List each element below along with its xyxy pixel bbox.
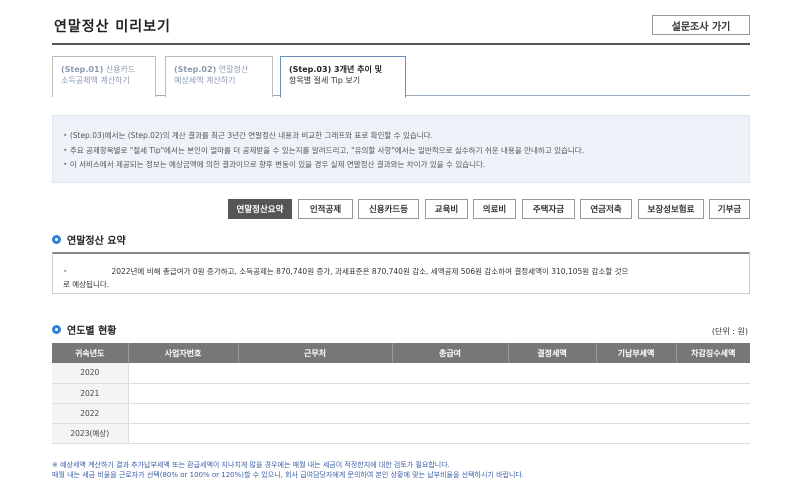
summary-text-cont: 로 예상됩니다. <box>63 280 110 289</box>
yearly-heading: 연도별 현황 <box>52 322 116 337</box>
category-housing-button[interactable]: 주택자금 <box>522 199 575 219</box>
step-tabs: (Step.01) 신용카드 소득공제액 계산하기 (Step.02) 연말정산… <box>52 56 750 98</box>
table-row: 2021 <box>52 383 750 404</box>
category-donation-button[interactable]: 기부금 <box>709 199 750 219</box>
col-header: 근무처 <box>238 343 393 363</box>
table-row: 2022 <box>52 403 750 424</box>
year-cell: 2023(예상) <box>52 423 129 444</box>
info-box: (Step.03)에서는 (Step.02)의 계산 결과를 최근 3년간 연말… <box>52 115 750 183</box>
tab-step-03[interactable]: (Step.03) 3개년 추이 및 항목별 절세 Tip 보기 <box>280 56 406 98</box>
category-pension-button[interactable]: 연금저축 <box>580 199 632 219</box>
category-insurance-button[interactable]: 보장성보험료 <box>638 199 704 219</box>
yearly-title: 연도별 현황 <box>67 326 117 337</box>
note-line: 매월 내는 세금 비율을 근로자가 선택(80% or 100% or 120%… <box>52 470 525 479</box>
summary-box: • 2022년에 비해 총급여가 0원 증가하고, 소득공제는 870,740원 … <box>52 252 750 294</box>
category-credit-card-button[interactable]: 신용카드등 <box>358 199 419 219</box>
notes: ※ 예상세액 계산하기 결과 추가납부세액 또는 환급세액이 지나치게 많을 경… <box>52 461 524 480</box>
page-title: 연말정산 미리보기 <box>54 19 171 35</box>
tab-step-01[interactable]: (Step.01) 신용카드 소득공제액 계산하기 <box>52 56 156 97</box>
category-education-button[interactable]: 교육비 <box>425 199 468 219</box>
year-cell: 2020 <box>52 363 129 384</box>
note-line: ※ 예상세액 계산하기 결과 추가납부세액 또는 환급세액이 지나치게 많을 경… <box>52 461 450 469</box>
tab-title: 연말정산 <box>216 65 249 74</box>
col-header: 귀속년도 <box>52 343 129 363</box>
survey-button[interactable]: 설문조사 가기 <box>652 15 750 35</box>
tab-title: 3개년 추이 및 <box>331 65 382 74</box>
page-header: 연말정산 미리보기 설문조사 가기 <box>52 11 750 45</box>
summary-bullet: • <box>63 267 68 276</box>
col-header: 차감징수세액 <box>676 343 750 363</box>
col-header: 기납부세액 <box>596 343 677 363</box>
table-row: 2023(예상) <box>52 423 750 444</box>
tab-subtitle: 예상세액 계산하기 <box>174 76 236 85</box>
info-line: 이 서비스에서 제공되는 정보는 예상금액에 의한 결과이므로 향후 변동이 있… <box>63 158 749 173</box>
col-header: 사업자번호 <box>128 343 239 363</box>
category-personal-deduction-button[interactable]: 인적공제 <box>298 199 353 219</box>
summary-text: 2022년에 비해 총급여가 0원 증가하고, 소득공제는 870,740원 증… <box>111 267 629 276</box>
tab-step-02[interactable]: (Step.02) 연말정산 예상세액 계산하기 <box>165 56 273 97</box>
info-line: (Step.03)에서는 (Step.02)의 계산 결과를 최근 3년간 연말… <box>63 129 749 144</box>
col-header: 총급여 <box>392 343 509 363</box>
unit-label: (단위 : 원) <box>711 327 748 336</box>
bullet-circle-icon <box>52 235 61 244</box>
table-header-row: 귀속년도 사업자번호 근무처 총급여 결정세액 기납부세액 차감징수세액 <box>52 343 750 363</box>
category-medical-button[interactable]: 의료비 <box>473 199 516 219</box>
summary-title: 연말정산 요약 <box>67 236 126 247</box>
tab-subtitle: 소득공제액 계산하기 <box>61 76 130 85</box>
info-line: 주요 공제항목별로 "절세 Tip"에서는 본인이 얼마를 더 공제받을 수 있… <box>63 144 749 159</box>
tab-title: 신용카드 <box>103 65 136 74</box>
col-header: 결정세액 <box>508 343 597 363</box>
summary-heading: 연말정산 요약 <box>52 232 126 247</box>
tab-step-label: (Step.03) <box>289 65 332 74</box>
bullet-circle-icon <box>52 325 61 334</box>
category-summary-button[interactable]: 연말정산요약 <box>228 199 292 219</box>
year-cell: 2022 <box>52 403 129 424</box>
tab-subtitle: 항목별 절세 Tip 보기 <box>289 76 361 85</box>
page: 연말정산 미리보기 설문조사 가기 (Step.01) 신용카드 소득공제액 계… <box>0 0 800 500</box>
table-row: 2020 <box>52 363 750 384</box>
tab-step-label: (Step.01) <box>61 65 104 74</box>
category-buttons: 연말정산요약 인적공제 신용카드등 교육비 의료비 주택자금 연금저축 보장성보… <box>52 199 750 219</box>
tab-step-label: (Step.02) <box>174 65 217 74</box>
year-cell: 2021 <box>52 383 129 404</box>
yearly-table: 귀속년도 사업자번호 근무처 총급여 결정세액 기납부세액 차감징수세액 202… <box>52 343 750 444</box>
